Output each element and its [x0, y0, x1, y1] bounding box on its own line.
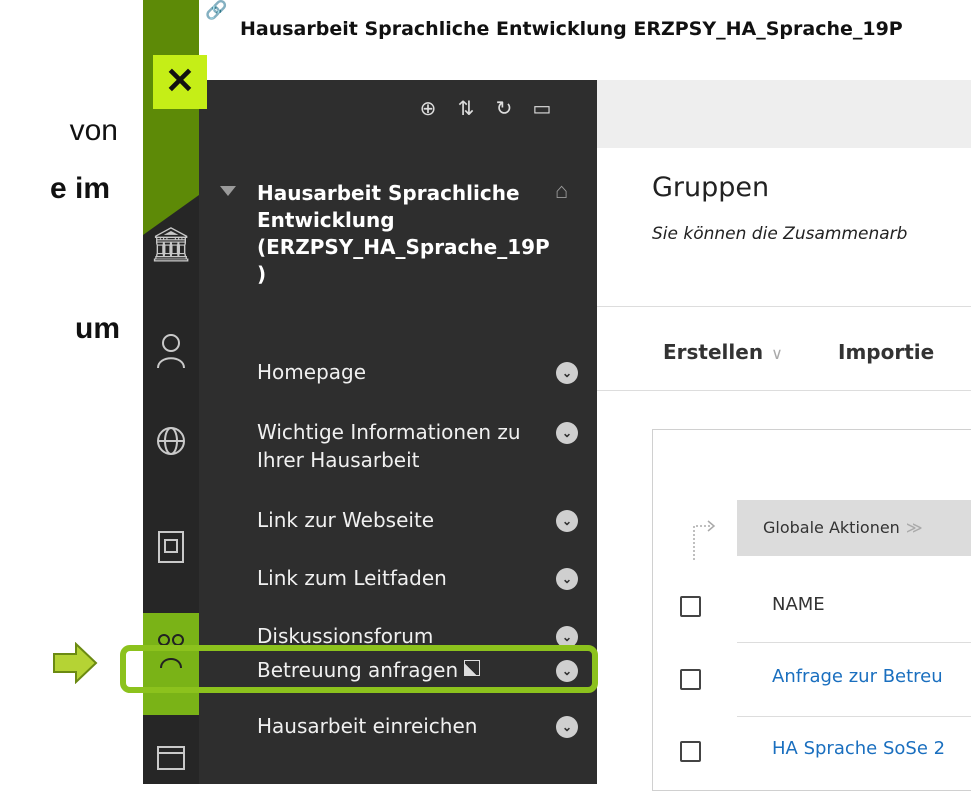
- globe-icon[interactable]: [143, 425, 199, 465]
- row-checkbox[interactable]: [680, 669, 701, 690]
- collapse-caret-icon[interactable]: [220, 186, 236, 196]
- page-subtitle: Sie können die Zusammenarb: [652, 224, 908, 244]
- menu-item-homepage[interactable]: Homepage: [257, 358, 557, 386]
- chevron-down-icon: ≫: [905, 518, 923, 537]
- course-header-bar: [199, 0, 971, 80]
- menu-toolbar: ⊕ ⇅ ↻ ▭: [418, 96, 552, 121]
- refresh-icon[interactable]: ↻: [494, 96, 514, 121]
- add-icon[interactable]: ⊕: [418, 96, 438, 121]
- close-menu-button[interactable]: ✕: [153, 55, 207, 109]
- menu-item-link-webseite[interactable]: Link zur Webseite: [257, 506, 557, 534]
- page-title: Gruppen: [652, 172, 770, 203]
- reorder-icon[interactable]: ⇅: [456, 96, 476, 121]
- row-divider: [737, 642, 971, 643]
- menu-item-hausarbeit-einreichen[interactable]: Hausarbeit einreichen: [257, 712, 557, 740]
- document-svg: [158, 531, 184, 563]
- slide-text-line-2: e im: [49, 172, 110, 205]
- calendar-svg: [157, 746, 185, 770]
- menu-item-wichtige-informationen[interactable]: Wichtige Informationen zu Ihrer Hausarbe…: [257, 418, 557, 474]
- pointer-arrow-icon: [53, 642, 98, 684]
- slide-text-line-3: um: [75, 312, 120, 345]
- menu-item-link-leitfaden[interactable]: Link zum Leitfaden: [257, 564, 557, 592]
- row-divider: [737, 716, 971, 717]
- divider: [597, 390, 971, 391]
- course-header-title[interactable]: Hausarbeit Sprachliche Entwicklung ERZPS…: [240, 18, 903, 40]
- divider: [597, 306, 971, 307]
- group-link[interactable]: Anfrage zur Betreu: [772, 666, 943, 687]
- group-link[interactable]: HA Sprache SoSe 2: [772, 738, 945, 759]
- chevron-down-icon: ∨: [771, 344, 783, 363]
- globe-svg: [157, 427, 185, 455]
- chevron-down-icon[interactable]: ⌄: [556, 510, 578, 532]
- row-checkbox[interactable]: [680, 741, 701, 762]
- slide-text-line-1: von: [69, 114, 118, 147]
- home-icon[interactable]: ⌂: [555, 178, 568, 204]
- import-button[interactable]: Importie: [838, 340, 934, 364]
- breadcrumb-strip: [597, 80, 971, 148]
- column-header-name[interactable]: NAME: [772, 594, 825, 615]
- bulk-select-arrow-icon: [693, 520, 716, 560]
- create-button[interactable]: Erstellen ∨: [663, 340, 783, 364]
- highlight-frame: [120, 645, 598, 693]
- chevron-down-icon[interactable]: ⌄: [556, 568, 578, 590]
- calendar-icon[interactable]: [143, 740, 199, 780]
- tools-icon[interactable]: [143, 530, 199, 573]
- link-icon: 🔗: [205, 0, 228, 20]
- select-all-checkbox[interactable]: [680, 596, 701, 617]
- chevron-down-icon[interactable]: ⌄: [556, 362, 578, 384]
- folder-icon[interactable]: ▭: [532, 96, 552, 121]
- profile-icon[interactable]: [143, 333, 199, 378]
- course-menu-title[interactable]: Hausarbeit Sprachliche Entwicklung (ERZP…: [257, 180, 550, 288]
- global-actions-label: Globale Aktionen: [763, 518, 900, 537]
- chevron-down-icon[interactable]: ⌄: [556, 716, 578, 738]
- global-actions-button[interactable]: Globale Aktionen ≫: [737, 500, 971, 556]
- chevron-down-icon[interactable]: ⌄: [556, 422, 578, 444]
- institution-icon[interactable]: 🏛: [143, 225, 199, 265]
- create-label: Erstellen: [663, 340, 764, 364]
- person-icon: [157, 334, 185, 369]
